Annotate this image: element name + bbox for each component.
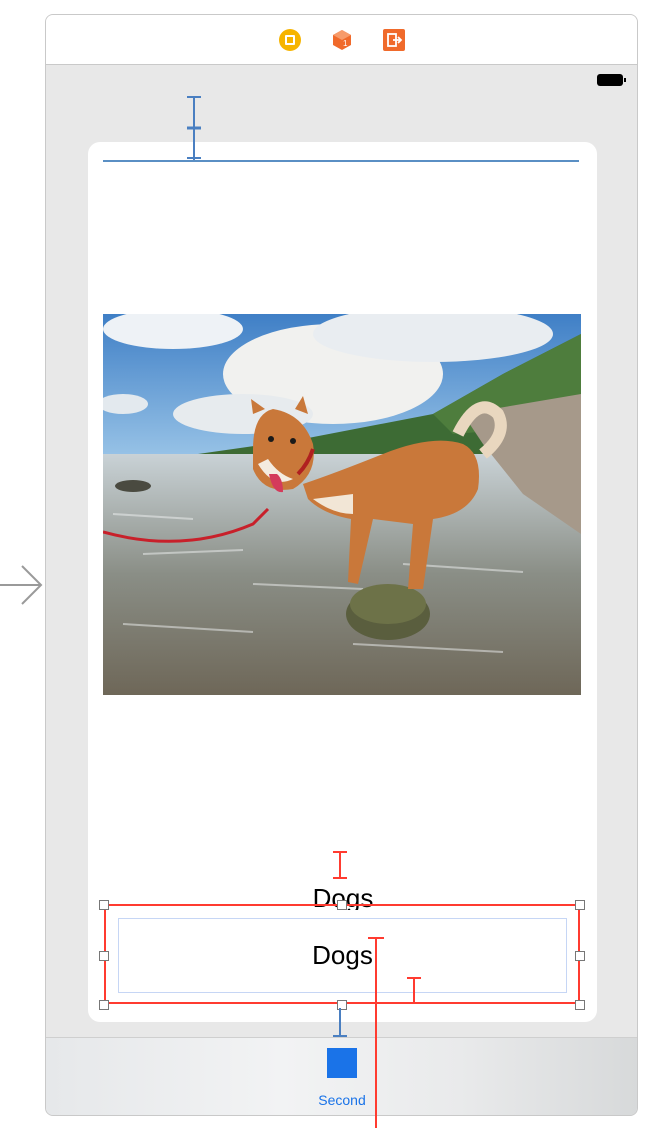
- svg-text:1: 1: [343, 39, 348, 48]
- resize-handle-top-center[interactable]: [337, 900, 347, 910]
- resize-handle-bottom-right[interactable]: [575, 1000, 585, 1010]
- scene-dock: 1: [46, 15, 637, 65]
- resize-handle-bottom-center[interactable]: [337, 1000, 347, 1010]
- resize-handle-top-right[interactable]: [575, 900, 585, 910]
- tab-second-label: Second: [318, 1092, 366, 1108]
- tab-second[interactable]: Second: [307, 1048, 377, 1114]
- battery-icon: [597, 74, 626, 86]
- resize-handle-top-left[interactable]: [99, 900, 109, 910]
- resize-handle-middle-left[interactable]: [99, 951, 109, 961]
- first-responder-icon[interactable]: 1: [330, 28, 354, 52]
- initial-scene-arrow-icon: [0, 565, 43, 605]
- view-controller-icon[interactable]: [278, 28, 302, 52]
- exit-icon[interactable]: [382, 28, 406, 52]
- top-layout-guide: [103, 160, 579, 162]
- resize-handle-bottom-left[interactable]: [99, 1000, 109, 1010]
- view-controller-scene[interactable]: 1 Dogs Dogs Second: [45, 14, 638, 1116]
- dog-photo-icon: [103, 314, 581, 695]
- tab-bar: Second: [46, 1037, 637, 1115]
- square-icon: [327, 1048, 357, 1078]
- storyboard-canvas: 1 Dogs Dogs Second: [0, 0, 664, 1132]
- dogs-label[interactable]: Dogs: [118, 918, 567, 993]
- dog-image-view[interactable]: [103, 314, 581, 695]
- resize-handle-middle-right[interactable]: [575, 951, 585, 961]
